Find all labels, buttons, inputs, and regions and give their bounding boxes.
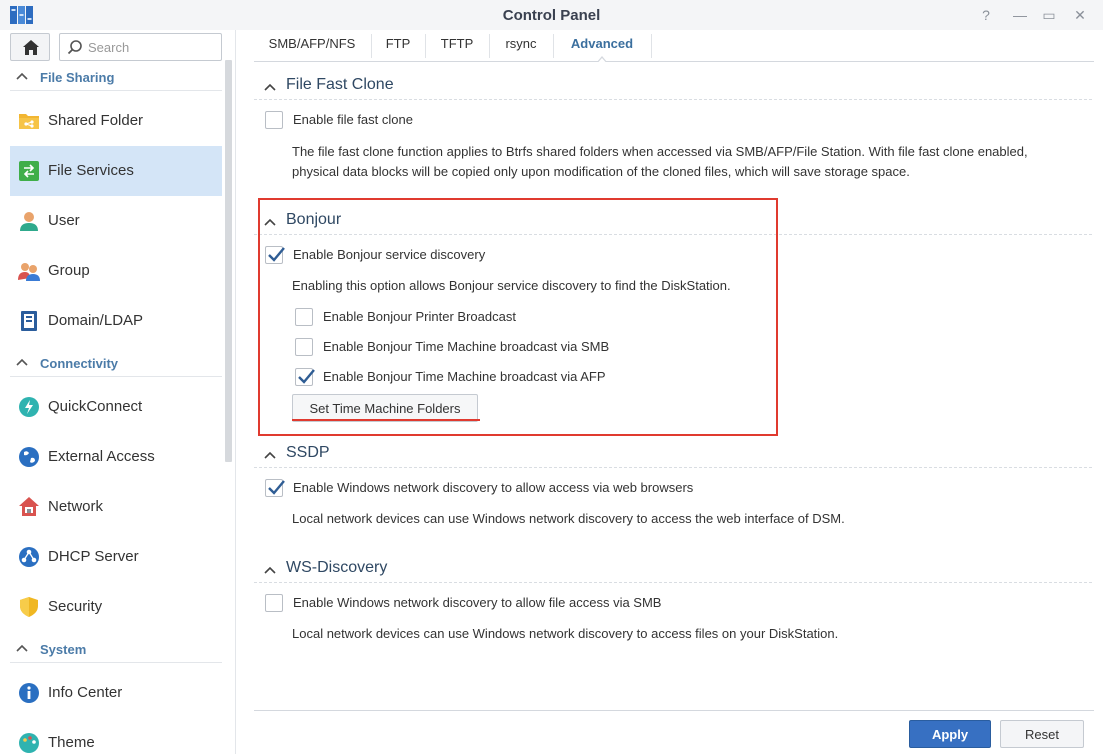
tab-smb-afp-nfs[interactable]: SMB/AFP/NFS	[254, 36, 370, 60]
chevron-up-icon	[16, 642, 28, 654]
quickconnect-icon	[18, 396, 40, 418]
tab-bar: SMB/AFP/NFS FTP TFTP rsync Advanced	[254, 30, 1094, 62]
search-icon	[67, 39, 83, 55]
shield-icon	[18, 596, 40, 618]
section-label: Connectivity	[40, 356, 119, 371]
tab-divider	[651, 34, 652, 58]
section-file-sharing[interactable]: File Sharing	[10, 63, 222, 91]
file-services-icon	[18, 160, 40, 182]
maximize-button[interactable]: ▭	[1040, 6, 1058, 24]
sidebar-item-label: DHCP Server	[48, 548, 139, 565]
footer-divider	[254, 710, 1094, 711]
section-ws-discovery[interactable]: WS-Discovery	[254, 555, 1092, 583]
sidebar: File Sharing Shared Folder File Services	[0, 30, 236, 754]
sidebar-item-label: Shared Folder	[48, 112, 144, 129]
checkmark-icon	[268, 480, 285, 495]
sidebar-item-label: External Access	[48, 448, 155, 465]
checkbox-label: Enable file fast clone	[293, 112, 413, 127]
sidebar-item-network[interactable]: Network	[10, 482, 222, 532]
window-title: Control Panel	[502, 7, 601, 24]
ssdp-option[interactable]: Enable Windows network discovery to allo…	[265, 478, 865, 500]
domain-ldap-icon	[18, 310, 40, 332]
sidebar-scrollbar[interactable]	[225, 60, 232, 462]
palette-icon	[18, 732, 40, 754]
chevron-up-icon	[16, 356, 28, 368]
title-bar: Control Panel ? — ▭ ✕	[0, 0, 1103, 30]
sidebar-item-label: Theme	[48, 734, 95, 751]
checkbox-label: Enable Windows network discovery to allo…	[293, 595, 662, 610]
external-access-icon	[18, 446, 40, 468]
dhcp-server-icon	[18, 546, 40, 568]
home-icon	[23, 40, 39, 55]
user-icon	[18, 210, 40, 232]
sidebar-item-quickconnect[interactable]: QuickConnect	[10, 382, 222, 432]
reset-button[interactable]: Reset	[1000, 720, 1084, 748]
chevron-up-icon	[16, 70, 28, 82]
home-button[interactable]	[10, 33, 50, 61]
group-icon	[18, 260, 40, 282]
tab-ftp[interactable]: FTP	[372, 36, 424, 60]
description-line: physical data blocks will be copied only…	[292, 164, 910, 179]
section-connectivity[interactable]: Connectivity	[10, 349, 222, 377]
sidebar-item-dhcp-server[interactable]: DHCP Server	[10, 532, 222, 582]
sidebar-item-label: QuickConnect	[48, 398, 143, 415]
section-label: System	[40, 642, 87, 657]
description-line: The file fast clone function applies to …	[292, 144, 1028, 159]
section-label: File Sharing	[40, 70, 115, 85]
shared-folder-icon	[18, 110, 40, 132]
close-button[interactable]: ✕	[1071, 6, 1089, 24]
minimize-button[interactable]: —	[1011, 6, 1029, 24]
tab-tftp[interactable]: TFTP	[426, 36, 488, 60]
section-file-fast-clone[interactable]: File Fast Clone	[254, 72, 1092, 100]
ws-discovery-description: Local network devices can use Windows ne…	[292, 626, 839, 641]
sidebar-item-label: User	[48, 212, 80, 229]
sidebar-item-shared-folder[interactable]: Shared Folder	[10, 96, 222, 146]
annotation-highlight-box	[258, 198, 778, 436]
checkbox-label: Enable Windows network discovery to allo…	[293, 480, 694, 495]
section-title: SSDP	[286, 444, 330, 461]
chevron-up-icon	[264, 449, 276, 461]
section-title: WS-Discovery	[286, 559, 388, 576]
section-ssdp[interactable]: SSDP	[254, 440, 1092, 468]
sidebar-item-label: Domain/LDAP	[48, 312, 144, 329]
help-button[interactable]: ?	[977, 6, 995, 24]
fast-clone-description: The file fast clone function applies to …	[292, 142, 1092, 182]
sidebar-item-info-center[interactable]: Info Center	[10, 668, 222, 718]
network-icon	[18, 496, 40, 518]
fast-clone-option[interactable]: Enable file fast clone	[265, 110, 665, 132]
search-box[interactable]	[59, 33, 222, 61]
ssdp-description: Local network devices can use Windows ne…	[292, 511, 845, 526]
apply-button[interactable]: Apply	[909, 720, 991, 748]
sidebar-item-theme[interactable]: Theme	[10, 718, 222, 754]
ws-discovery-checkbox[interactable]	[265, 594, 283, 612]
info-icon	[18, 682, 40, 704]
sidebar-item-label: Network	[48, 498, 104, 515]
sidebar-item-label: Security	[48, 598, 103, 615]
sidebar-item-label: Group	[48, 262, 90, 279]
sidebar-item-label: File Services	[48, 162, 134, 179]
sidebar-item-external-access[interactable]: External Access	[10, 432, 222, 482]
section-system[interactable]: System	[10, 635, 222, 663]
tab-rsync[interactable]: rsync	[490, 36, 552, 60]
sidebar-item-security[interactable]: Security	[10, 582, 222, 632]
sidebar-item-domain-ldap[interactable]: Domain/LDAP	[10, 296, 222, 346]
sidebar-item-file-services[interactable]: File Services	[10, 146, 222, 196]
sidebar-item-user[interactable]: User	[10, 196, 222, 246]
search-input[interactable]	[88, 34, 218, 60]
fast-clone-checkbox[interactable]	[265, 111, 283, 129]
sidebar-item-group[interactable]: Group	[10, 246, 222, 296]
ws-discovery-option[interactable]: Enable Windows network discovery to allo…	[265, 593, 865, 615]
sidebar-item-label: Info Center	[48, 684, 123, 701]
advanced-settings-panel: File Fast Clone Enable file fast clone T…	[254, 62, 1094, 710]
chevron-up-icon	[264, 564, 276, 576]
section-title: File Fast Clone	[286, 76, 394, 93]
ssdp-checkbox[interactable]	[265, 479, 285, 497]
chevron-up-icon	[264, 81, 276, 93]
